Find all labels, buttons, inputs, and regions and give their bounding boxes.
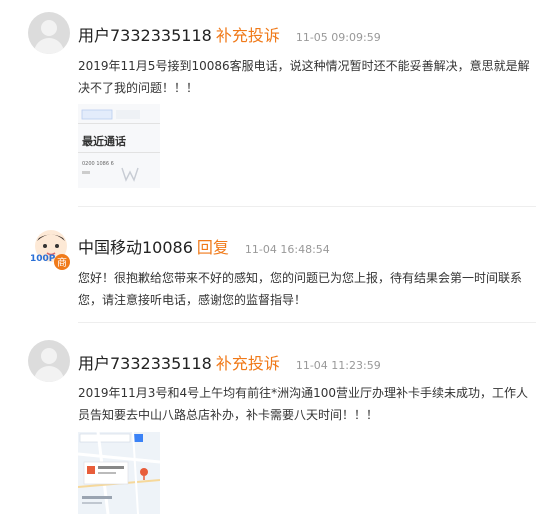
divider: [78, 322, 536, 323]
map-screenshot-icon: [78, 432, 160, 514]
merchant-mark: 商: [57, 256, 67, 269]
brand-avatar-icon[interactable]: 100P 商: [28, 226, 74, 272]
timestamp: 11-04 11:23:59: [295, 359, 381, 372]
timestamp: 11-04 16:48:54: [244, 243, 330, 256]
comment-text: 2019年11月5号接到10086客服电话，说这种情况暂时还不能妥善解决，意思就…: [78, 59, 530, 95]
username[interactable]: 中国移动10086: [78, 238, 193, 257]
timestamp: 11-05 09:09:59: [295, 31, 381, 44]
username[interactable]: 用户7332335118: [78, 26, 212, 45]
comment-header: 中国移动10086 回复 11-04 16:48:54: [78, 234, 330, 258]
attachment-thumbnail[interactable]: [78, 432, 160, 514]
comment-text: 2019年11月3号和4号上午均有前往*洲沟通100营业厅办理补卡手续未成功，工…: [78, 386, 528, 422]
brand-badge-text: 100P: [30, 254, 56, 264]
attachment-thumbnail[interactable]: 最近通话 0200 1086 6: [78, 104, 160, 188]
reply-tag: 回复: [196, 238, 229, 257]
comment-header: 用户7332335118 补充投诉 11-04 11:23:59: [78, 350, 381, 374]
divider: [78, 206, 536, 207]
thumbnail-title: 最近通话: [82, 134, 126, 148]
thumbnail-number: 0200 1086 6: [82, 161, 114, 167]
call-log-screenshot-icon: 最近通话 0200 1086 6: [78, 104, 160, 188]
avatar-placeholder-icon[interactable]: [28, 12, 70, 54]
comment-header: 用户7332335118 补充投诉 11-05 09:09:59: [78, 22, 381, 46]
username[interactable]: 用户7332335118: [78, 354, 212, 373]
supplement-complaint-tag: 补充投诉: [215, 354, 280, 373]
supplement-complaint-tag: 补充投诉: [215, 26, 280, 45]
avatar-placeholder-icon[interactable]: [28, 340, 70, 382]
comment-text: 您好！很抱歉给您带来不好的感知，您的问题已为您上报，待有结果会第一时间联系您，请…: [78, 271, 523, 307]
